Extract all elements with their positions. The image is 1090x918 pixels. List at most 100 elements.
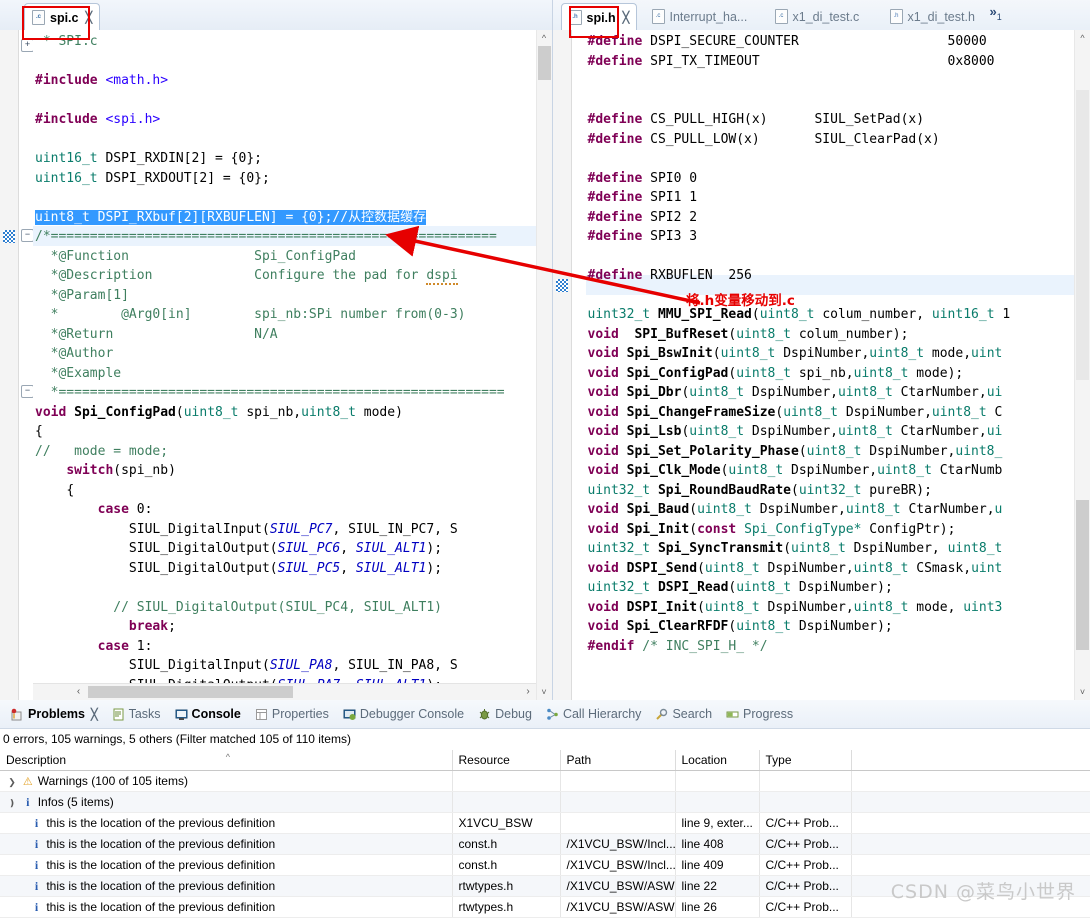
info-icon: i: [30, 879, 43, 894]
editor-hscrollbar-left[interactable]: ‹ ›: [33, 683, 536, 700]
editor-pane-left: .c spi.c ╳ + − − * SPI.c #include <math.…: [0, 0, 553, 700]
code-text-right[interactable]: #define DSPI_SECURE_COUNTER 50000 #defin…: [588, 32, 1011, 656]
chevron-right-icon[interactable]: ❯: [6, 777, 18, 788]
cell-description: i this is the location of the previous d…: [0, 855, 452, 876]
change-marker-icon: [3, 230, 15, 243]
cell-resource: const.h: [452, 834, 560, 855]
scroll-right-icon[interactable]: ›: [521, 684, 536, 700]
cell-extra: [851, 813, 1090, 834]
view-tab-label: Tasks: [129, 707, 161, 721]
cell-path: [560, 813, 675, 834]
cell-description: i this is the location of the previous d…: [0, 834, 452, 855]
hscroll-thumb[interactable]: [88, 686, 293, 698]
close-icon[interactable]: ╳: [91, 708, 98, 721]
group-label: Warnings (100 of 105 items): [38, 774, 188, 788]
tab-search[interactable]: Search: [648, 701, 719, 727]
editor-code-right[interactable]: #define DSPI_SECURE_COUNTER 50000 #defin…: [586, 30, 1075, 700]
console-icon: [175, 708, 188, 721]
info-icon: i: [30, 837, 43, 852]
column-header-location[interactable]: Location: [675, 750, 759, 771]
info-icon: i: [30, 900, 43, 915]
h-file-icon: .h: [890, 9, 903, 24]
tab-interrupt-handler[interactable]: .c Interrupt_ha...: [645, 3, 755, 30]
cell-resource: X1VCU_BSW: [452, 813, 560, 834]
column-header-extra[interactable]: [851, 750, 1090, 771]
editor-area: .c spi.c ╳ + − − * SPI.c #include <math.…: [0, 0, 1090, 700]
ide-window: .c spi.c ╳ + − − * SPI.c #include <math.…: [0, 0, 1090, 916]
c-file-icon: .c: [775, 9, 788, 24]
info-icon: i: [30, 858, 43, 873]
cell-type: C/C++ Prob...: [759, 813, 851, 834]
tab-x1-di-test-h[interactable]: .h x1_di_test.h: [883, 3, 982, 30]
editor-code-left[interactable]: * SPI.c #include <math.h> #include <spi.…: [33, 30, 536, 700]
table-row[interactable]: i this is the location of the previous d…: [0, 855, 1090, 876]
cell-path: /X1VCU_BSW/Incl...: [560, 855, 675, 876]
close-icon[interactable]: ╳: [623, 11, 630, 24]
cell-location: line 408: [675, 834, 759, 855]
cell-type: C/C++ Prob...: [759, 855, 851, 876]
cell-extra: [851, 792, 1090, 813]
group-cell-infos[interactable]: ❫ i Infos (5 items): [0, 792, 452, 813]
cell-location: line 9, exter...: [675, 813, 759, 834]
view-tab-label: Console: [192, 707, 241, 721]
cell-resource: rtwtypes.h: [452, 897, 560, 918]
cell-location: line 22: [675, 876, 759, 897]
table-row-group-warnings[interactable]: ❯ ⚠ Warnings (100 of 105 items): [0, 771, 1090, 792]
vscroll-track-upper[interactable]: [1076, 90, 1089, 380]
vscroll-thumb[interactable]: [538, 46, 551, 80]
call-hierarchy-icon: [546, 708, 559, 721]
tab-console[interactable]: Console: [168, 701, 248, 727]
vscroll-thumb[interactable]: [1076, 500, 1089, 650]
tab-problems[interactable]: Problems ╳: [4, 701, 105, 727]
column-header-path[interactable]: Path: [560, 750, 675, 771]
annotation-note: 将.h变量移动到.c: [686, 289, 795, 309]
column-header-type[interactable]: Type: [759, 750, 851, 771]
cell-location: line 26: [675, 897, 759, 918]
editor-body-left: + − − * SPI.c #include <math.h> #include…: [0, 30, 552, 700]
change-marker-icon: [556, 279, 568, 292]
scroll-down-icon[interactable]: ˅: [537, 685, 552, 699]
scroll-up-icon[interactable]: ^: [1075, 31, 1090, 45]
tab-tasks[interactable]: Tasks: [105, 701, 168, 727]
info-icon: i: [21, 795, 34, 810]
progress-icon: [726, 708, 739, 721]
editor-vscrollbar-left[interactable]: ^ ˅: [536, 30, 552, 700]
group-cell-warnings[interactable]: ❯ ⚠ Warnings (100 of 105 items): [0, 771, 452, 792]
cell-location: [675, 771, 759, 792]
table-row[interactable]: i this is the location of the previous d…: [0, 813, 1090, 834]
cell-description: i this is the location of the previous d…: [0, 876, 452, 897]
cell-path: /X1VCU_BSW/ASW: [560, 876, 675, 897]
view-tabbar: Problems ╳ Tasks Console Properties: [0, 700, 1090, 729]
tab-progress[interactable]: Progress: [719, 701, 800, 727]
cell-extra: [851, 834, 1090, 855]
editor-fold-column-left[interactable]: + − −: [19, 30, 33, 700]
chevron-down-icon[interactable]: ❫: [6, 798, 18, 809]
tab-properties[interactable]: Properties: [248, 701, 336, 727]
view-tab-label: Debugger Console: [360, 707, 464, 721]
info-icon: i: [30, 816, 43, 831]
table-row[interactable]: i this is the location of the previous d…: [0, 834, 1090, 855]
editor-tabbar-right: .h spi.h ╳ .c Interrupt_ha... .c x1_di_t…: [553, 0, 1090, 31]
more-tabs-icon[interactable]: »1: [990, 4, 1002, 22]
editor-vscrollbar-right[interactable]: ^ ˅: [1074, 30, 1090, 700]
editor-fold-column-right[interactable]: [572, 30, 586, 700]
column-header-resource[interactable]: Resource: [452, 750, 560, 771]
group-label: Infos (5 items): [38, 795, 114, 809]
editor-gutter-right[interactable]: [553, 30, 572, 700]
scroll-down-icon[interactable]: ˅: [1075, 685, 1090, 699]
table-row-group-infos[interactable]: ❫ i Infos (5 items): [0, 792, 1090, 813]
debug-icon: [478, 708, 491, 721]
code-text-left[interactable]: * SPI.c #include <math.h> #include <spi.…: [35, 32, 505, 695]
watermark: CSDN @菜鸟小世界: [891, 877, 1076, 904]
bottom-panel: Problems ╳ Tasks Console Properties: [0, 700, 1090, 916]
scroll-up-icon[interactable]: ^: [537, 31, 552, 45]
tab-call-hierarchy[interactable]: Call Hierarchy: [539, 701, 649, 727]
tab-x1-di-test-c[interactable]: .c x1_di_test.c: [768, 3, 867, 30]
view-tab-label: Debug: [495, 707, 532, 721]
editor-gutter-left[interactable]: [0, 30, 19, 700]
tab-debug[interactable]: Debug: [471, 701, 539, 727]
tab-debugger-console[interactable]: Debugger Console: [336, 701, 471, 727]
cell-description: i this is the location of the previous d…: [0, 897, 452, 918]
scroll-left-icon[interactable]: ‹: [71, 684, 86, 700]
column-header-description[interactable]: Description ^: [0, 750, 452, 771]
